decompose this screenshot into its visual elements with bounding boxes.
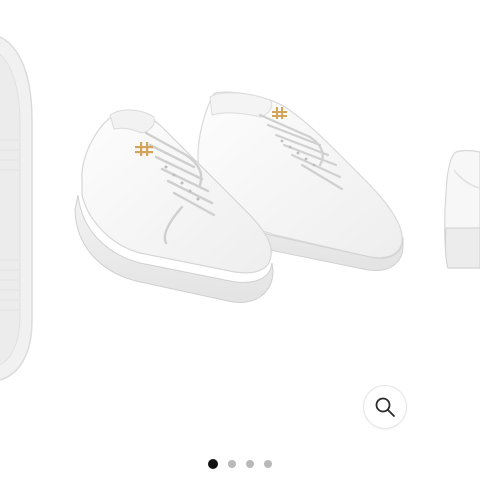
pagination-dot-4[interactable]: [264, 460, 272, 468]
magnifier-icon: [375, 397, 395, 417]
product-image-gallery[interactable]: [0, 0, 480, 440]
carousel-pagination: [0, 456, 480, 472]
pagination-dot-3[interactable]: [246, 460, 254, 468]
heel-view-image: [438, 148, 480, 273]
sneakers-pair-image: [70, 85, 410, 315]
pagination-dot-1[interactable]: [208, 459, 218, 469]
product-screen: [0, 0, 480, 480]
sole-view-image: [0, 30, 60, 390]
pagination-dot-2[interactable]: [228, 460, 236, 468]
zoom-button[interactable]: [364, 386, 406, 428]
